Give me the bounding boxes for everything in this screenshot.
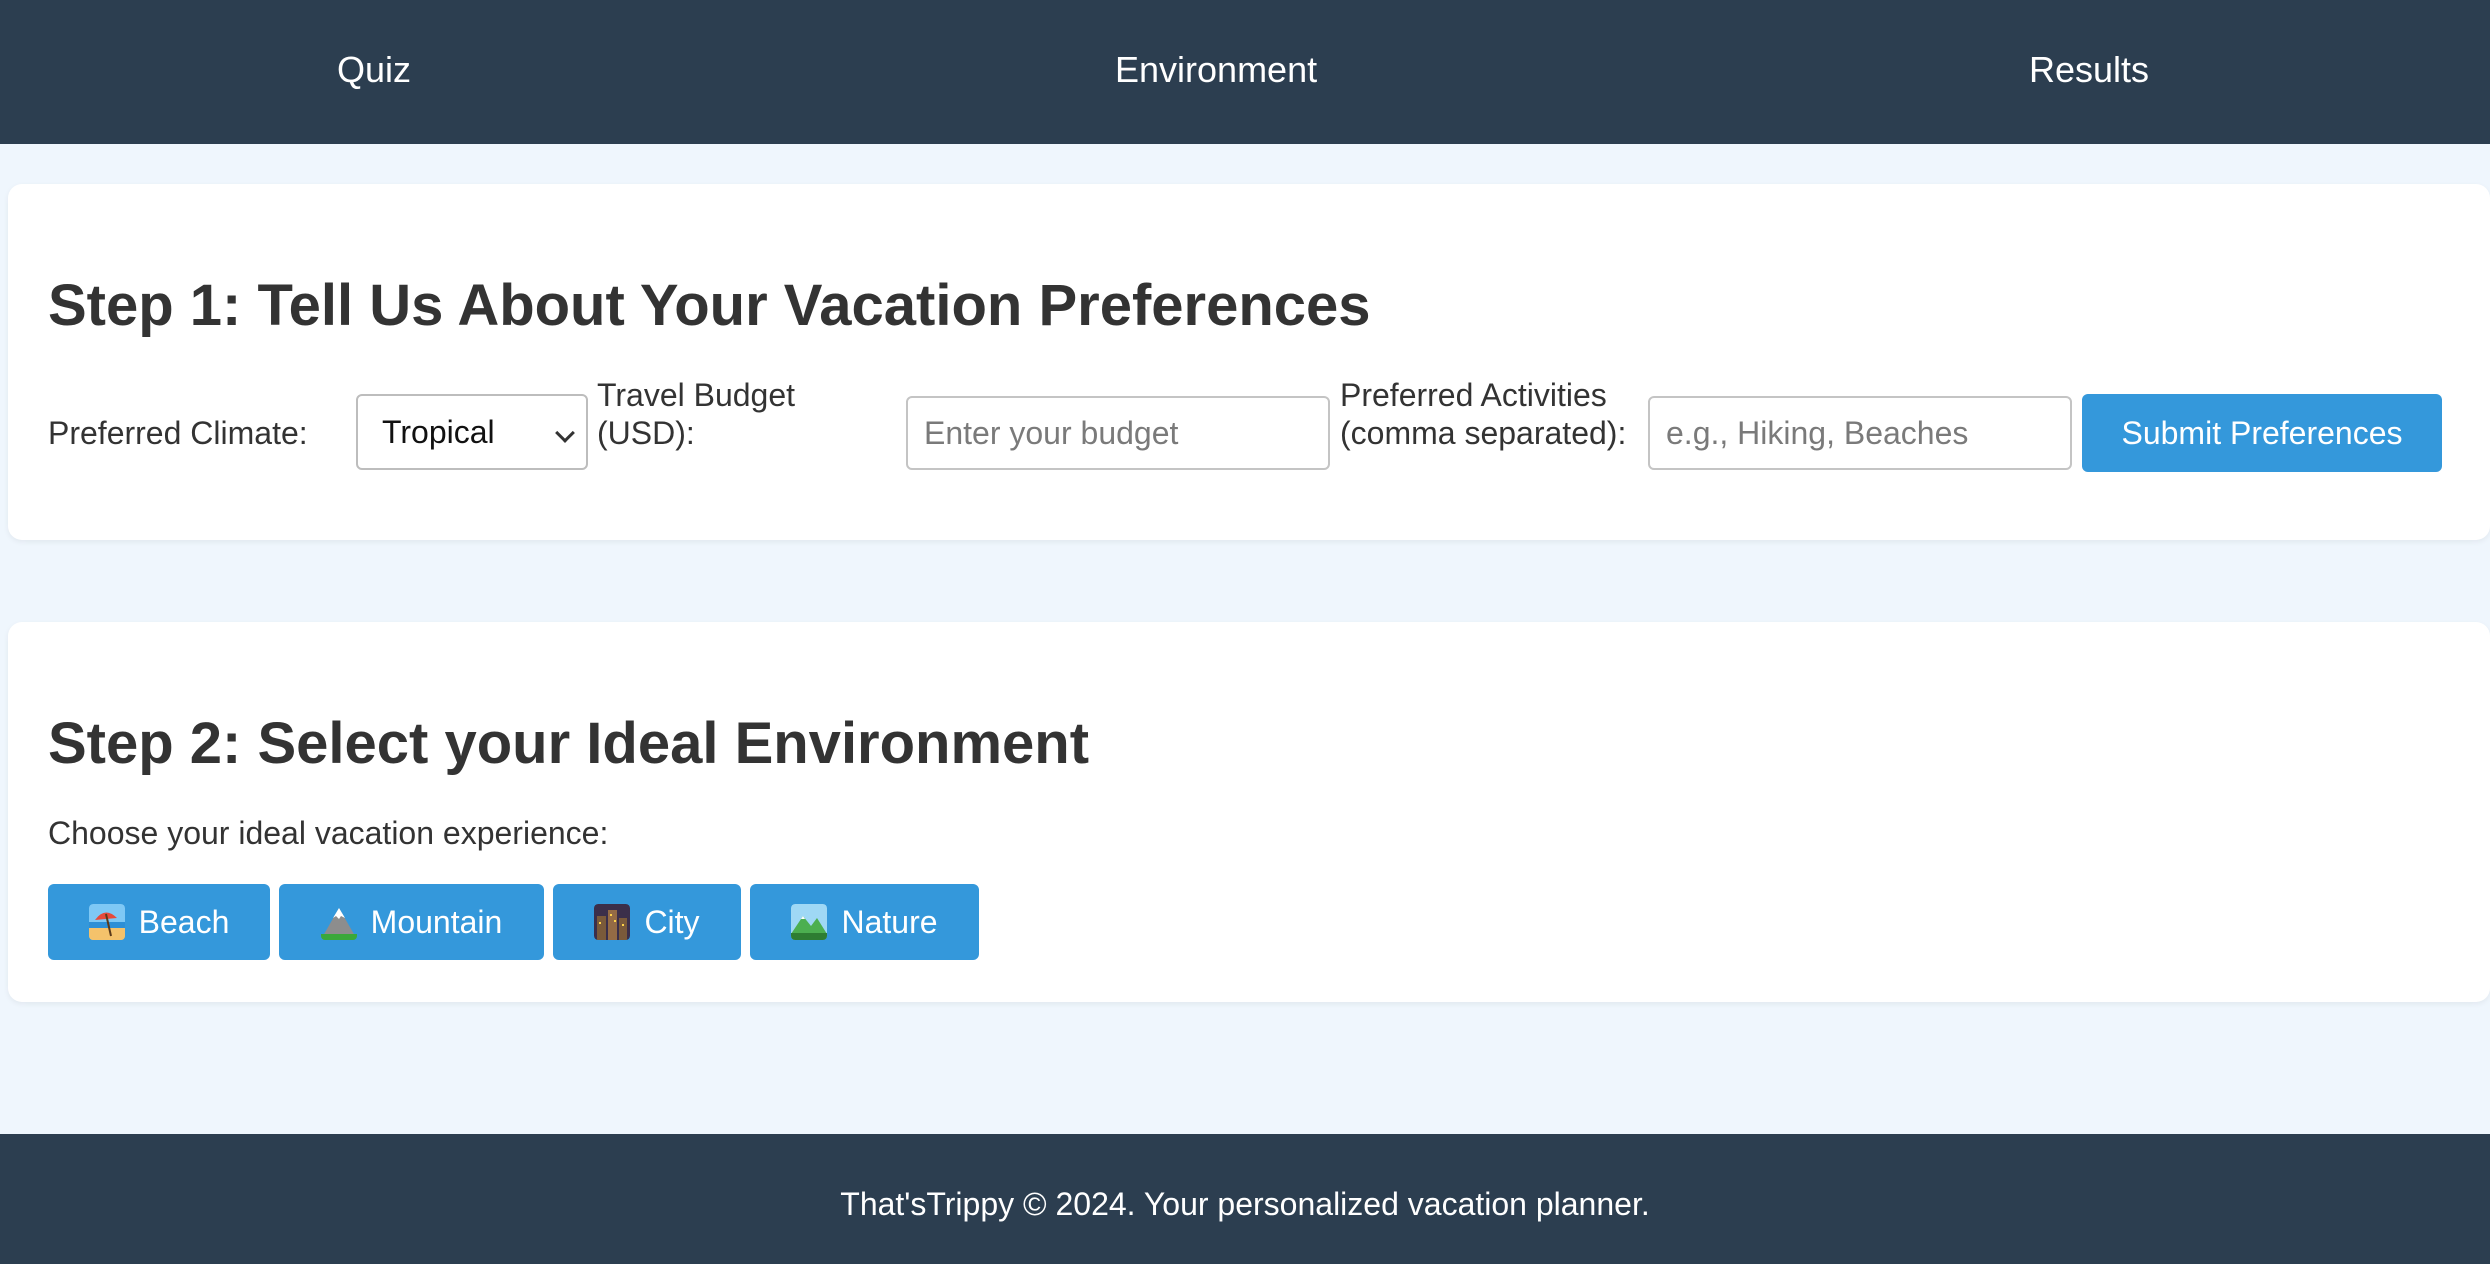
budget-input[interactable]: Enter your budget — [906, 396, 1330, 470]
step2-title: Step 2: Select your Ideal Environment — [48, 711, 1090, 776]
climate-select-value: Tropical — [382, 414, 495, 450]
climate-label: Preferred Climate: — [48, 415, 308, 451]
climate-select[interactable]: Tropical — [356, 394, 588, 470]
preferences-panel: Step 1: Tell Us About Your Vacation Pref… — [8, 184, 2490, 540]
national-park-icon — [791, 904, 828, 940]
activities-input-placeholder: e.g., Hiking, Beaches — [1666, 415, 1969, 451]
activities-label-line1: Preferred Activities — [1340, 377, 1607, 413]
snow-capped-mountain-icon — [320, 904, 357, 940]
cityscape-icon — [594, 904, 631, 940]
footer-text: That'sTrippy © 2024. Your personalized v… — [840, 1186, 1650, 1222]
activities-label-line2: (comma separated): — [1340, 415, 1627, 451]
budget-input-placeholder: Enter your budget — [924, 415, 1179, 451]
activities-input[interactable]: e.g., Hiking, Beaches — [1648, 396, 2072, 470]
beach-with-umbrella-icon — [88, 904, 125, 940]
nav-link-quiz[interactable]: Quiz — [337, 0, 411, 144]
nav-link-environment[interactable]: Environment — [1115, 0, 1317, 144]
submit-preferences-button[interactable]: Submit Preferences — [2082, 394, 2442, 472]
environment-option-beach[interactable]: Beach — [48, 884, 270, 960]
environment-option-label: Beach — [138, 903, 230, 940]
top-nav: Quiz Environment Results — [0, 0, 2490, 144]
step1-title: Step 1: Tell Us About Your Vacation Pref… — [48, 273, 1371, 338]
nav-link-results[interactable]: Results — [2029, 0, 2149, 144]
environment-option-label: Nature — [841, 903, 938, 940]
activities-label: Preferred Activities (comma separated): — [1340, 376, 1626, 452]
budget-label-line1: Travel Budget — [597, 377, 796, 413]
footer: That'sTrippy © 2024. Your personalized v… — [0, 1134, 2490, 1264]
environment-option-label: City — [644, 903, 700, 940]
environment-option-nature[interactable]: Nature — [750, 884, 979, 960]
environment-option-mountain[interactable]: Mountain — [279, 884, 544, 960]
budget-label-line2: (USD): — [597, 415, 695, 451]
environment-option-city[interactable]: City — [553, 884, 741, 960]
budget-label: Travel Budget (USD): — [597, 376, 795, 452]
environment-prompt: Choose your ideal vacation experience: — [48, 815, 609, 851]
environment-option-label: Mountain — [370, 903, 503, 940]
chevron-down-icon — [555, 423, 575, 443]
